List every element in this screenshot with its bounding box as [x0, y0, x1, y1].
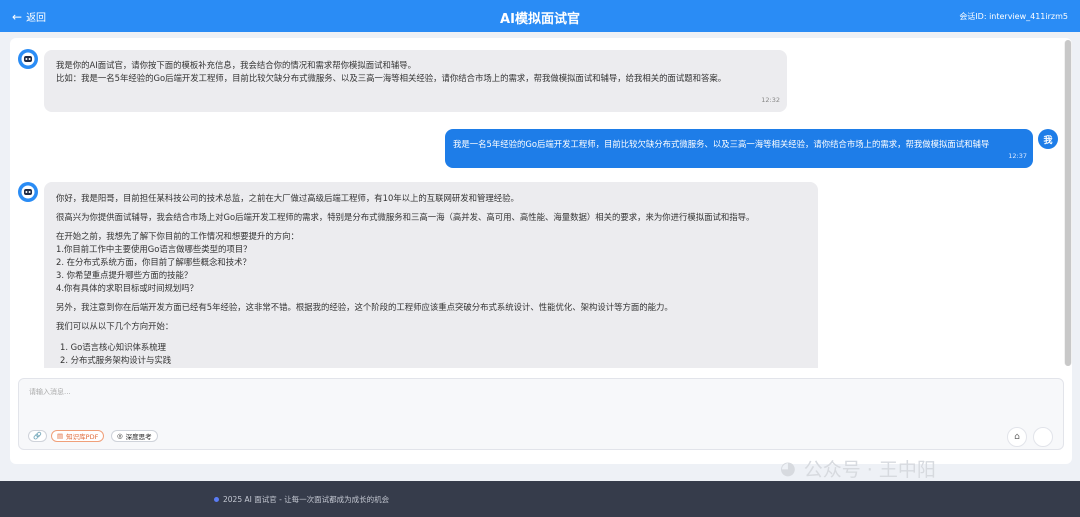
list-item: 4.你有具体的求职目标或时间规划吗？ [56, 283, 198, 293]
message-paragraph: 很高兴为你提供面试辅导，我会结合市场上对Go后端开发工程师的需求，特别是分布式微… [56, 212, 755, 222]
robot-icon [21, 185, 35, 199]
message-input-box[interactable]: 请输入消息... 🔗 ▤ 知识库PDF ◎ 深度思考 ⌂ [18, 378, 1064, 450]
list-item: 2. 分布式服务架构设计与实践 [60, 355, 172, 365]
list-item: 3. 你希望重点提升哪些方面的技能？ [56, 270, 193, 280]
knowledge-pdf-button[interactable]: ▤ 知识库PDF [51, 430, 105, 442]
ai-avatar [18, 182, 38, 202]
message-text: 我是一名5年经验的Go后端开发工程师，目前比较欠缺分布式微服务、以及三高一海等相… [453, 139, 990, 149]
watermark: ◕ 公众号 · 王中阳 [780, 455, 936, 482]
chat-card: 我是你的AI面试官，请你按下面的模板补充信息，我会结合你的情况和需求帮你模拟面试… [10, 38, 1072, 464]
page-title: AI模拟面试官 [500, 12, 580, 27]
list-item: 2. 在分布式系统方面，你目前了解哪些概念和技术？ [56, 257, 251, 267]
message-time: 12:32 [761, 96, 780, 104]
ai-message-bubble: 我是你的AI面试官，请你按下面的模板补充信息，我会结合你的情况和需求帮你模拟面试… [44, 50, 787, 112]
user-message-bubble: 我是一名5年经验的Go后端开发工程师，目前比较欠缺分布式微服务、以及三高一海等相… [445, 129, 1033, 168]
message-paragraph: 在开始之前，我想先了解下你目前的工作情况和想要提升的方向： [56, 231, 299, 241]
deep-think-label: 深度思考 [125, 433, 152, 441]
list-item: 1.你目前工作中主要使用Go语言做哪些类型的项目？ [56, 244, 252, 254]
paperclip-icon: 🔗 [33, 432, 42, 440]
watermark-text: 公众号 · 王中阳 [803, 459, 936, 481]
ai-avatar [18, 49, 38, 69]
message-text: 我是你的AI面试官，请你按下面的模板补充信息，我会结合你的情况和需求帮你模拟面试… [56, 60, 416, 70]
clear-button[interactable]: ⌂ [1007, 427, 1027, 447]
scrollbar-thumb[interactable] [1065, 40, 1071, 366]
message-input[interactable]: 请输入消息... [29, 387, 71, 397]
message-text: 比如：我是一名5年经验的Go后端开发工程师，目前比较欠缺分布式微服务、以及三高一… [56, 73, 727, 83]
page-footer: 2025 AI 面试官 - 让每一次面试都成为成长的机会 [0, 481, 1080, 517]
top-header: ← 返回 AI模拟面试官 会话ID: interview_411irzm5 [0, 0, 1080, 32]
attach-button[interactable]: 🔗 [28, 430, 47, 442]
robot-icon [21, 52, 35, 66]
scrollbar[interactable] [1064, 40, 1072, 366]
wechat-icon: ◕ [780, 458, 796, 479]
message-paragraph: 我们可以从以下几个方向开始： [56, 321, 174, 331]
message-time: 12:37 [1008, 152, 1027, 160]
think-icon: ◎ [117, 432, 123, 440]
knowledge-pdf-label: 知识库PDF [66, 433, 99, 441]
footer-text: 2025 AI 面试官 - 让每一次面试都成为成长的机会 [223, 495, 390, 504]
pdf-icon: ▤ [57, 432, 64, 440]
broom-icon: ⌂ [1014, 432, 1020, 442]
footer-text-wrap: 2025 AI 面试官 - 让每一次面试都成为成长的机会 [214, 494, 389, 505]
message-list[interactable]: 我是你的AI面试官，请你按下面的模板补充信息，我会结合你的情况和需求帮你模拟面试… [10, 38, 1072, 368]
message-paragraph: 另外，我注意到你在后端开发方面已经有5年经验，这非常不错。根据我的经验，这个阶段… [56, 302, 673, 312]
deep-think-button[interactable]: ◎ 深度思考 [111, 430, 158, 442]
message-paragraph: 你好，我是阳哥，目前担任某科技公司的技术总监，之前在大厂做过高级后端工程师，有1… [56, 193, 519, 203]
logo-dot-icon [214, 497, 219, 502]
session-id: 会话ID: interview_411irzm5 [959, 12, 1068, 21]
user-avatar: 我 [1038, 129, 1058, 149]
list-item: 1. Go语言核心知识体系梳理 [60, 342, 167, 352]
ai-message-bubble: 你好，我是阳哥，目前担任某科技公司的技术总监，之前在大厂做过高级后端工程师，有1… [44, 182, 818, 368]
send-button[interactable] [1033, 427, 1053, 447]
